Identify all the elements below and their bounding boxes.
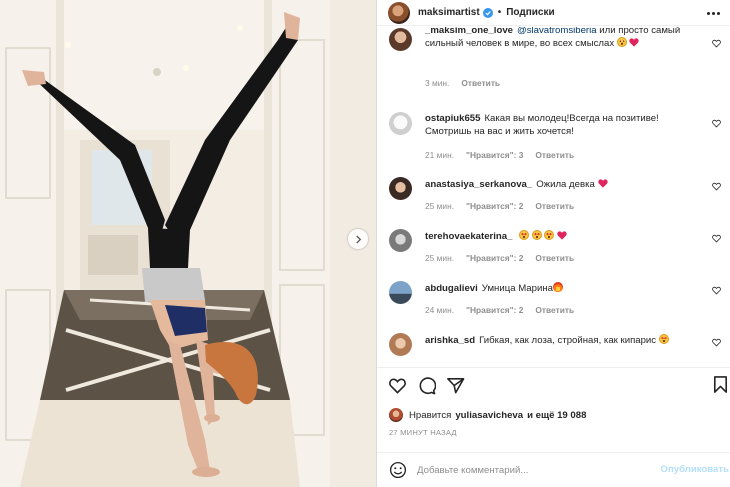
like-icon[interactable] [388,376,407,395]
red-heart-emoji-icon [557,231,567,240]
comment-reply[interactable]: Ответить [535,253,574,263]
comment-username[interactable]: terehovaekaterina_ [425,231,512,242]
publish-button[interactable]: Опубликовать [660,464,729,475]
comment-avatar[interactable] [389,177,412,200]
comment-reply[interactable]: Ответить [535,201,574,211]
comment-body: Умница Марина [481,283,553,294]
comments-list[interactable]: _maksim_one_love @slavatromsiberia или пр… [377,27,730,367]
comment-meta: 25 мин. "Нравится": 2 Ответить [425,253,574,263]
star-struck-emoji-icon [658,334,669,344]
comment-username[interactable]: arishka_sd [425,335,475,346]
likes-prefix: Нравится [409,409,452,421]
comment-text: _maksim_one_love @slavatromsiberia или пр… [425,27,701,50]
comment-avatar[interactable] [389,229,412,252]
comment-heart-icon[interactable] [712,286,721,295]
likes-count[interactable]: и ещё 19 088 [527,410,586,421]
post-timestamp[interactable]: 27 МИНУТ НАЗАД [389,428,457,437]
post-header: maksimartist • Подписки [377,0,730,26]
comment-text: anastasiya_serkanova_ Ожила девка [425,178,701,191]
comment-heart-icon[interactable] [712,39,721,48]
share-icon[interactable] [446,376,465,395]
author-username[interactable]: maksimartist [418,7,480,18]
comment-text: terehovaekaterina_ [425,230,701,243]
more-options-icon[interactable] [707,8,721,18]
fire-emoji-icon [552,282,563,292]
comment-meta: 21 мин. "Нравится": 3 Ответить [425,150,574,160]
comment-meta: 25 мин. "Нравится": 2 Ответить [425,201,574,211]
save-icon[interactable] [711,375,730,394]
comment-likes[interactable]: "Нравится": 2 [466,253,523,263]
comment-composer: Опубликовать [377,452,730,487]
comment-likes[interactable]: "Нравится": 3 [466,150,523,160]
comment-username[interactable]: _maksim_one_love [425,27,513,36]
star-struck-emoji-icon [544,230,555,240]
comment-reply[interactable]: Ответить [461,78,500,88]
liker-username[interactable]: yuliasavicheva [455,410,523,421]
star-struck-emoji-icon [531,230,542,240]
comment-icon[interactable] [417,376,436,395]
handstand-photo-image [0,0,376,487]
comment-input[interactable] [417,461,637,479]
author-avatar[interactable] [388,1,410,24]
comment-time[interactable]: 21 мин. [425,150,454,160]
post-actions: Нравится yuliasavicheva и ещё 19 088 27 … [377,367,730,487]
verified-icon [482,7,493,18]
liker-avatar[interactable] [389,408,403,422]
comment-likes[interactable]: "Нравится": 2 [466,201,523,211]
red-heart-emoji-icon [629,38,640,47]
comment-username[interactable]: abdugalievi [425,283,478,294]
comment-heart-icon[interactable] [712,338,721,347]
comment-time[interactable]: 25 мин. [425,253,454,263]
emoji-icon[interactable] [389,461,407,479]
next-photo-icon [355,234,361,244]
comment-time[interactable]: 24 мин. [425,305,454,315]
comment-body: Ожила девка [536,179,595,190]
comment-text: arishka_sd Гибкая, как лоза, стройная, ка… [425,334,701,347]
comment-meta: 3 мин. Ответить [425,78,500,88]
comment-heart-icon[interactable] [712,182,721,191]
comment-username[interactable]: ostapiuk655 [425,113,480,124]
red-heart-emoji-icon [597,179,608,188]
comment-mention[interactable]: @slavatromsiberia [517,27,597,36]
comment-avatar[interactable] [389,28,412,51]
comment-text: abdugalievi Умница Марина [425,282,701,295]
header-separator: • [497,7,502,18]
comment-body: Гибкая, как лоза, стройная, как кипарис [479,335,657,346]
comment-reply[interactable]: Ответить [535,305,574,315]
comment-avatar[interactable] [389,281,412,304]
comment-likes[interactable]: "Нравится": 2 [466,305,523,315]
comment-avatar[interactable] [389,333,412,356]
comment-meta: 24 мин. "Нравится": 2 Ответить [425,305,574,315]
comment-time[interactable]: 25 мин. [425,201,454,211]
comment-username[interactable]: anastasiya_serkanova_ [425,179,532,190]
next-photo-button[interactable] [348,229,368,249]
likes-summary[interactable]: Нравится yuliasavicheva и ещё 19 088 [389,408,586,422]
comment-time[interactable]: 3 мин. [425,78,449,88]
comment-text: ostapiuk655 Какая вы молодец!Всегда на по… [425,112,701,138]
post-sidebar: maksimartist • Подписки _maksim_one_love… [376,0,730,487]
comment-avatar[interactable] [389,112,412,135]
smile-emoji-icon [616,37,627,47]
comment-heart-icon[interactable] [712,119,721,128]
post-photo[interactable] [0,0,376,487]
comment-reply[interactable]: Ответить [535,150,574,160]
star-struck-emoji-icon [519,230,530,240]
following-button[interactable]: Подписки [506,7,554,18]
comment-heart-icon[interactable] [712,234,721,243]
